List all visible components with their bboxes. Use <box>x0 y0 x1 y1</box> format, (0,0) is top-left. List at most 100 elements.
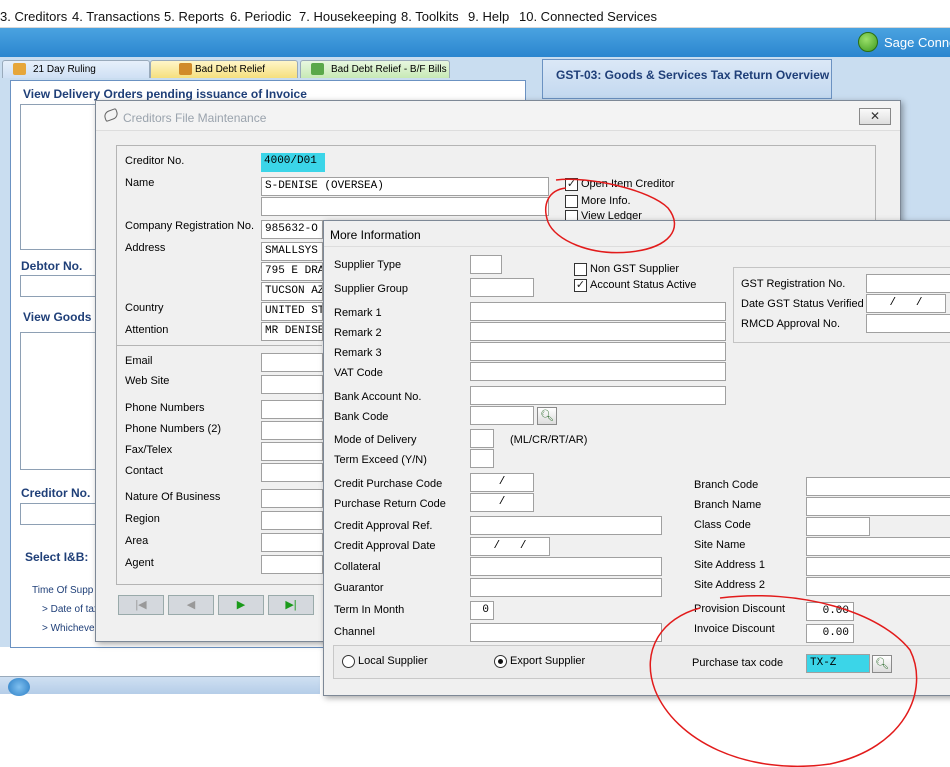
credit-purchase-input[interactable]: / <box>470 473 534 492</box>
previous-record-icon[interactable]: ◀ <box>168 595 214 615</box>
date-gst-label: Date GST Status Verified <box>741 298 864 310</box>
non-gst-checkbox[interactable] <box>574 263 587 276</box>
name-input-2[interactable] <box>261 197 549 216</box>
bank-account-input[interactable] <box>470 386 726 405</box>
close-icon[interactable]: ✕ <box>859 108 891 125</box>
website-input[interactable] <box>261 375 323 394</box>
site-name-input[interactable] <box>806 537 950 556</box>
phone2-input[interactable] <box>261 421 323 440</box>
date-gst-input[interactable]: / / <box>866 294 946 313</box>
bank-code-input[interactable] <box>470 406 534 425</box>
term-exceed-input[interactable] <box>470 449 494 468</box>
creditor-no-field-label: Creditor No. <box>125 155 185 167</box>
credit-approval-date-label: Credit Approval Date <box>334 540 436 552</box>
menu-help[interactable]: 9. Help <box>468 0 509 28</box>
invoice-discount-label: Invoice Discount <box>694 623 775 635</box>
address-line-2[interactable]: 795 E DRA <box>261 262 323 281</box>
company-reg-input[interactable]: 985632-O <box>261 220 323 239</box>
credit-approval-ref-label: Credit Approval Ref. <box>334 520 433 532</box>
nature-input[interactable] <box>261 489 323 508</box>
menu-housekeeping[interactable]: 7. Housekeeping <box>299 0 397 28</box>
menu-transactions[interactable]: 4. Transactions <box>72 0 160 28</box>
last-record-icon[interactable]: ▶| <box>268 595 314 615</box>
remark3-input[interactable] <box>470 342 726 361</box>
supplier-type-input[interactable] <box>470 255 502 274</box>
creditor-no-field[interactable] <box>20 503 96 525</box>
vat-code-input[interactable] <box>470 362 726 381</box>
name-input[interactable]: S-DENISE (OVERSEA) <box>261 177 549 196</box>
provision-discount-input[interactable]: 0.00 <box>806 602 854 621</box>
mode-delivery-hint: (ML/CR/RT/AR) <box>510 434 588 446</box>
toolbar <box>0 28 950 57</box>
contact-label: Contact <box>125 465 163 477</box>
attention-input[interactable]: MR DENISE <box>261 322 323 341</box>
tab-bad-debt-relief-bf-bills[interactable]: Bad Debt Relief - B/F Bills <box>300 60 450 78</box>
credit-approval-date-input[interactable]: / / <box>470 537 550 556</box>
region-label: Region <box>125 513 160 525</box>
gst-reg-input[interactable] <box>866 274 950 293</box>
mode-delivery-label: Mode of Delivery <box>334 434 417 446</box>
menu-toolkits[interactable]: 8. Toolkits <box>401 0 459 28</box>
tab-bad-debt-relief[interactable]: Bad Debt Relief <box>150 60 298 78</box>
menu-creditors[interactable]: 3. Creditors <box>0 0 67 28</box>
site-address1-input[interactable] <box>806 557 950 576</box>
open-item-checkbox[interactable]: ✓ <box>565 178 578 191</box>
date-of-tax-link[interactable]: > Date of tax <box>42 604 99 615</box>
phone-input[interactable] <box>261 400 323 419</box>
class-code-input[interactable] <box>806 517 870 536</box>
term-exceed-label: Term Exceed (Y/N) <box>334 454 427 466</box>
contact-input[interactable] <box>261 463 323 482</box>
credit-approval-ref-input[interactable] <box>470 516 662 535</box>
agent-label: Agent <box>125 557 154 569</box>
supplier-group-input[interactable] <box>470 278 534 297</box>
sage-icon[interactable] <box>858 32 878 52</box>
region-input[interactable] <box>261 511 323 530</box>
tax-code-lookup-icon[interactable]: 🔍︎ <box>872 655 892 673</box>
remark1-input[interactable] <box>470 302 726 321</box>
rmcd-input[interactable] <box>866 314 950 333</box>
address-line-3[interactable]: TUCSON AZ <box>261 282 323 301</box>
creditor-no-input[interactable]: 4000/D01 <box>261 153 325 172</box>
email-input[interactable] <box>261 353 323 372</box>
refresh-icon[interactable] <box>8 678 30 696</box>
export-supplier-radio[interactable] <box>494 655 507 668</box>
bank-code-lookup-icon[interactable]: 🔍︎ <box>537 407 557 425</box>
sage-connect-label[interactable]: Sage Conne <box>884 35 950 50</box>
purchase-tax-code-input[interactable]: TX-Z <box>806 654 870 673</box>
branch-code-input[interactable] <box>806 477 950 496</box>
invoice-discount-input[interactable]: 0.00 <box>806 624 854 643</box>
remark2-label: Remark 2 <box>334 327 382 339</box>
account-active-checkbox[interactable]: ✓ <box>574 279 587 292</box>
site-address2-label: Site Address 2 <box>694 579 765 591</box>
address-line-1[interactable]: SMALLSYS <box>261 242 323 261</box>
remark2-input[interactable] <box>470 322 726 341</box>
menu-connected-services[interactable]: 10. Connected Services <box>519 0 657 28</box>
term-month-input[interactable]: 0 <box>470 601 494 620</box>
tab-21-day-ruling[interactable]: 21 Day Ruling <box>2 60 150 78</box>
next-record-icon[interactable]: ▶ <box>218 595 264 615</box>
delivery-list[interactable] <box>20 104 96 250</box>
branch-name-input[interactable] <box>806 497 950 516</box>
whichever-link[interactable]: > Whichever <box>42 623 98 634</box>
guarantor-input[interactable] <box>470 578 662 597</box>
menu-periodic[interactable]: 6. Periodic <box>230 0 291 28</box>
email-label: Email <box>125 355 153 367</box>
local-supplier-radio[interactable] <box>342 655 355 668</box>
country-input[interactable]: UNITED ST <box>261 302 323 321</box>
collateral-input[interactable] <box>470 557 662 576</box>
channel-input[interactable] <box>470 623 662 642</box>
mode-delivery-input[interactable] <box>470 429 494 448</box>
agent-input[interactable] <box>261 555 323 574</box>
site-address1-label: Site Address 1 <box>694 559 765 571</box>
menu-reports[interactable]: 5. Reports <box>164 0 224 28</box>
first-record-icon[interactable]: |◀ <box>118 595 164 615</box>
creditors-dialog-title: Creditors File Maintenance <box>123 111 267 125</box>
goods-list[interactable] <box>20 332 96 470</box>
more-info-checkbox[interactable] <box>565 195 578 208</box>
site-address2-input[interactable] <box>806 577 950 596</box>
fax-input[interactable] <box>261 442 323 461</box>
purchase-return-input[interactable]: / <box>470 493 534 512</box>
company-reg-label: Company Registration No. <box>125 220 255 232</box>
debtor-no-field[interactable] <box>20 275 96 297</box>
area-input[interactable] <box>261 533 323 552</box>
